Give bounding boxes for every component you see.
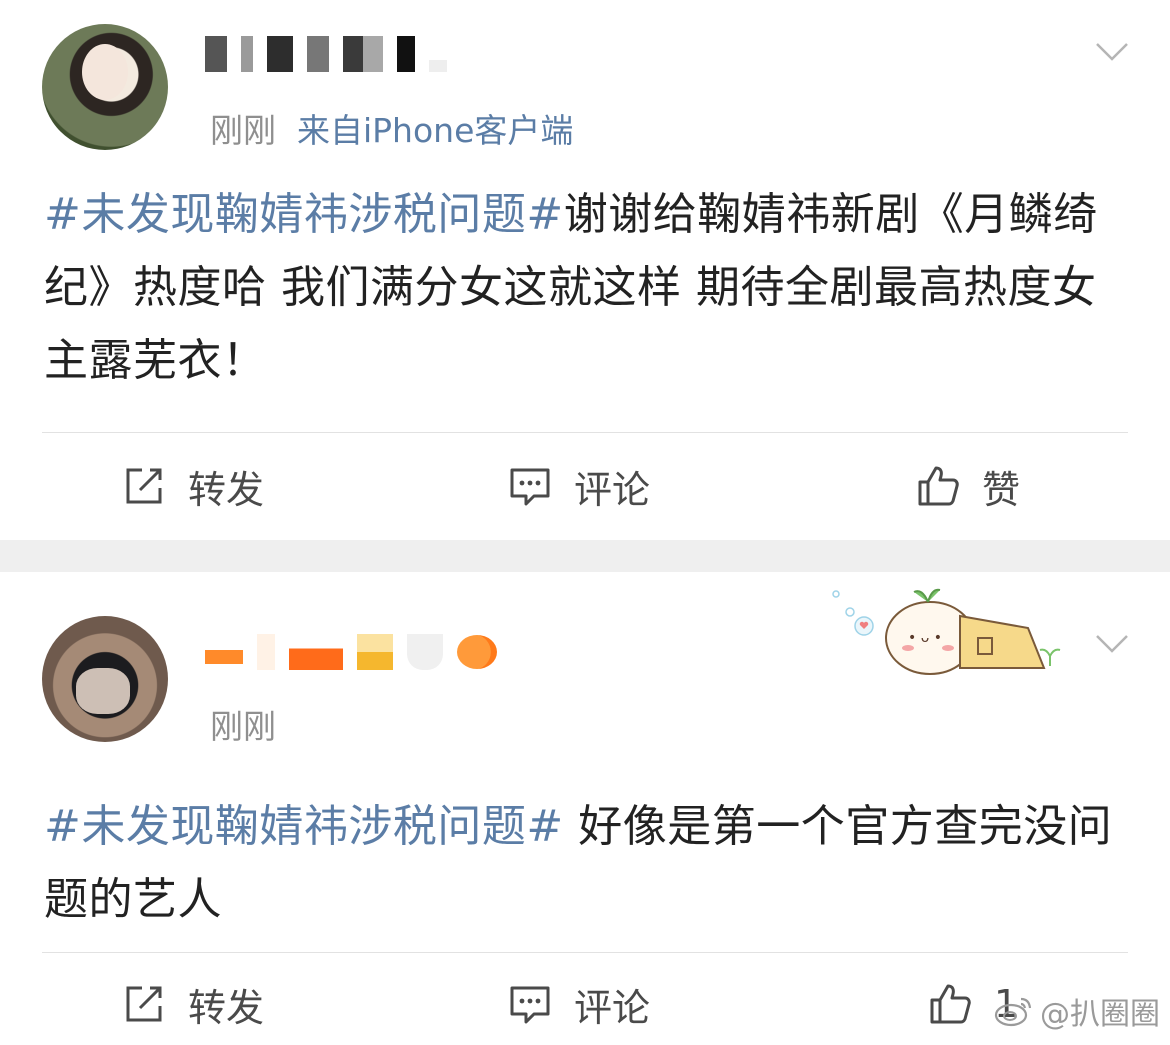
avatar[interactable] <box>42 24 168 150</box>
post-content: #未发现鞠婧祎涉税问题#谢谢给鞠婧祎新剧《月鳞绮纪》热度哈 我们满分女这就这样 … <box>44 178 1129 397</box>
comment-icon <box>510 986 550 1024</box>
weibo-logo-icon <box>994 997 1032 1027</box>
action-bar: 转发 评论 赞 <box>0 446 1170 526</box>
repost-label: 转发 <box>188 985 265 1030</box>
divider <box>42 432 1128 433</box>
repost-button[interactable]: 转发 <box>122 964 264 1044</box>
chevron-down-icon[interactable] <box>1094 34 1130 70</box>
post-time: 刚刚 <box>210 111 276 150</box>
like-label: 赞 <box>982 467 1021 512</box>
hashtag-link[interactable]: #未发现鞠婧祎涉税问题# <box>44 189 564 240</box>
sticker: • ᴗ • <box>832 588 1061 675</box>
repost-icon <box>126 986 162 1022</box>
comment-label: 评论 <box>574 985 651 1030</box>
fish-badge-icon <box>457 635 497 669</box>
comment-button[interactable]: 评论 <box>508 446 650 526</box>
avatar[interactable] <box>42 616 168 742</box>
hashtag-link[interactable]: #未发现鞠婧祎涉税问题# <box>44 801 564 852</box>
comment-icon <box>510 468 550 506</box>
post-card: • ᴗ • 刚刚 #未发现鞠婧祎涉税问题# 好像是第一个官方查完没问题的艺人 转… <box>0 572 1170 1045</box>
chevron-down-icon[interactable] <box>1094 626 1130 662</box>
watermark: @扒圈圈 <box>994 989 1160 1033</box>
like-icon <box>930 984 971 1024</box>
post-card: 刚刚 来自iPhone客户端 #未发现鞠婧祎涉税问题#谢谢给鞠婧祎新剧《月鳞绮纪… <box>0 0 1170 540</box>
feed-separator <box>0 540 1170 572</box>
like-icon <box>918 466 959 506</box>
comment-button[interactable]: 评论 <box>508 964 650 1044</box>
post-content: #未发现鞠婧祎涉税问题# 好像是第一个官方查完没问题的艺人 <box>44 790 1129 936</box>
svg-text:• ᴗ •: • ᴗ • <box>908 630 942 646</box>
repost-icon <box>126 468 162 504</box>
username-censored[interactable] <box>205 634 497 670</box>
watermark-text: @扒圈圈 <box>1040 997 1160 1032</box>
divider <box>42 952 1128 953</box>
post-meta: 刚刚 <box>210 700 276 748</box>
post-time: 刚刚 <box>210 707 276 746</box>
like-button[interactable]: 赞 <box>916 446 1020 526</box>
username-censored[interactable] <box>205 36 447 72</box>
repost-label: 转发 <box>188 467 265 512</box>
post-meta: 刚刚 来自iPhone客户端 <box>210 104 573 152</box>
comment-label: 评论 <box>574 467 651 512</box>
post-source[interactable]: 来自iPhone客户端 <box>297 111 573 150</box>
repost-button[interactable]: 转发 <box>122 446 264 526</box>
